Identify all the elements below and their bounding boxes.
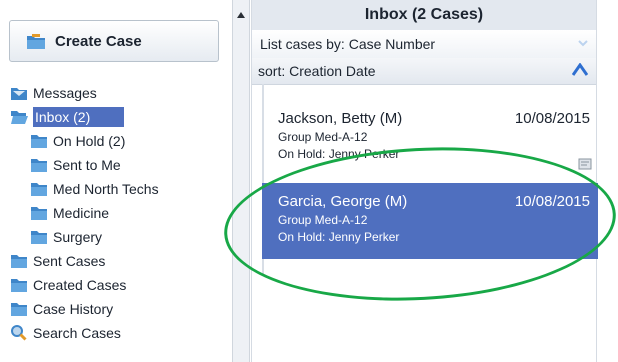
folder-icon xyxy=(31,135,47,148)
list-by-dropdown[interactable]: List cases by: Case Number xyxy=(252,30,596,59)
sort-control[interactable]: sort: Creation Date xyxy=(252,58,596,85)
sidebar-item-surgery[interactable]: Surgery xyxy=(30,226,102,248)
folder-icon xyxy=(31,207,47,220)
create-case-label: Create Case xyxy=(55,32,142,50)
open-folder-icon xyxy=(11,111,28,124)
inbox-pane: Inbox (2 Cases) List cases by: Case Numb… xyxy=(251,0,598,362)
attachment-icon xyxy=(578,158,592,170)
case-group: Group Med-A-12 xyxy=(278,213,368,227)
sidebar-item-sent-cases[interactable]: Sent Cases xyxy=(10,250,105,272)
folder-icon xyxy=(31,183,47,196)
folder-icon xyxy=(31,159,47,172)
sidebar-item-case-history[interactable]: Case History xyxy=(10,298,113,320)
case-date: 10/08/2015 xyxy=(514,110,590,127)
sidebar-item-on-hold[interactable]: On Hold (2) xyxy=(30,130,125,152)
folder-icon xyxy=(11,279,27,292)
case-hold-status: On Hold: Jenny Perker xyxy=(278,230,400,244)
folder-icon xyxy=(11,255,27,268)
sidebar-item-created-cases[interactable]: Created Cases xyxy=(10,274,126,296)
case-item-jackson[interactable]: Jackson, Betty (M) 10/08/2015 Group Med-… xyxy=(262,100,598,176)
folder-icon xyxy=(31,231,47,244)
sidebar-item-search-cases[interactable]: Search Cases xyxy=(10,322,121,344)
case-item-garcia[interactable]: Garcia, George (M) 10/08/2015 Group Med-… xyxy=(262,183,598,259)
search-icon xyxy=(11,325,27,341)
case-group: Group Med-A-12 xyxy=(278,130,368,144)
case-hold-status: On Hold: Jenny Perker xyxy=(278,147,400,161)
sidebar-item-inbox[interactable]: Inbox (2) xyxy=(10,106,125,128)
messages-icon xyxy=(11,88,27,100)
sidebar-scrollbar[interactable] xyxy=(232,0,250,362)
sidebar-item-med-north-techs[interactable]: Med North Techs xyxy=(30,178,159,200)
sort-label: sort: Creation Date xyxy=(258,63,376,79)
sidebar-item-messages[interactable]: Messages xyxy=(10,82,97,104)
chevron-down-icon[interactable] xyxy=(578,38,588,48)
create-case-icon xyxy=(27,33,45,49)
case-date: 10/08/2015 xyxy=(514,193,590,210)
create-case-button[interactable]: Create Case xyxy=(9,20,219,62)
inbox-title: Inbox (2 Cases) xyxy=(252,0,596,31)
sort-ascending-icon[interactable] xyxy=(572,63,588,77)
sidebar: Create Case Messages Inbox (2) On Hold (… xyxy=(0,0,233,362)
sidebar-item-sent-to-me[interactable]: Sent to Me xyxy=(30,154,121,176)
sidebar-item-medicine[interactable]: Medicine xyxy=(30,202,109,224)
folder-icon xyxy=(11,303,27,316)
scroll-up-arrow-icon[interactable] xyxy=(237,12,245,18)
list-by-label: List cases by: Case Number xyxy=(260,36,436,52)
